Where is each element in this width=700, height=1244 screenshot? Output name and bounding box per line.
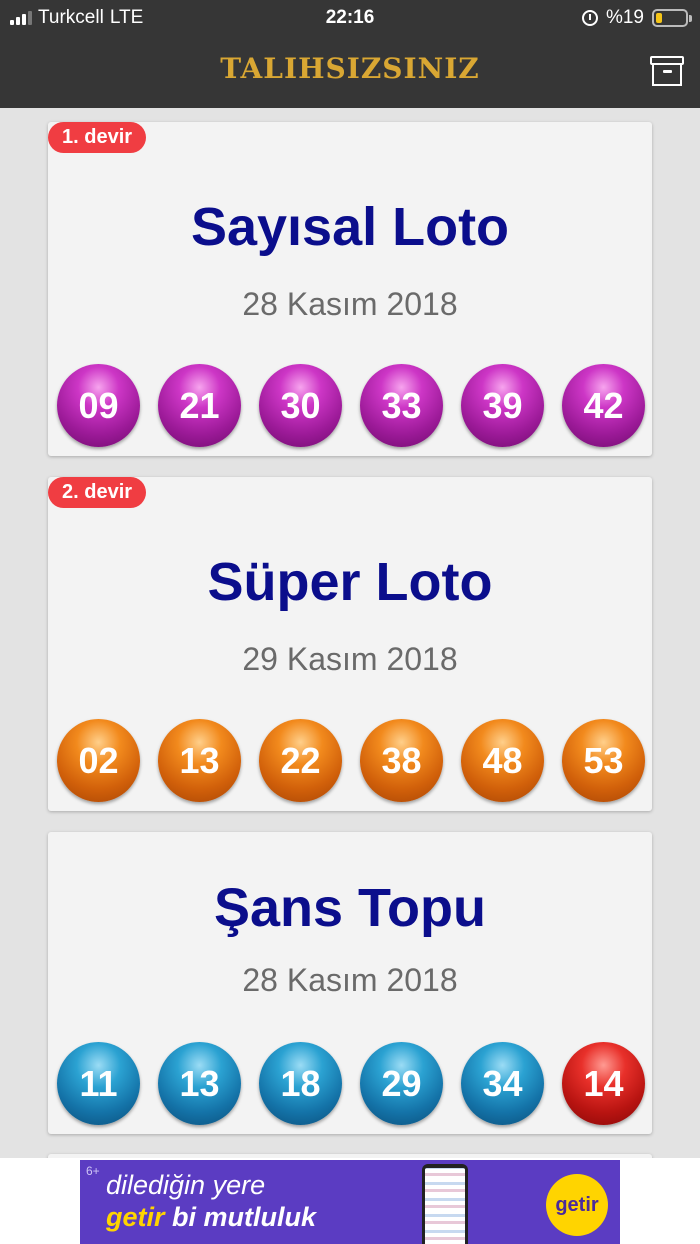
phone-image bbox=[422, 1164, 468, 1244]
number-ball: 34 bbox=[461, 1042, 544, 1125]
game-title: Sayısal Loto bbox=[190, 197, 510, 257]
winning-numbers: 09 21 30 33 39 42 bbox=[57, 364, 645, 447]
winning-numbers: 11 13 18 29 34 14 bbox=[57, 1042, 645, 1125]
ad-banner[interactable]: 6+ dilediğin yere getir bi mutluluk geti… bbox=[80, 1160, 620, 1244]
number-ball: 33 bbox=[360, 364, 443, 447]
app-title: TALIHSIZSINIZ bbox=[220, 52, 480, 85]
ad-headline: dilediğin yere bbox=[106, 1170, 266, 1200]
number-ball: 22 bbox=[259, 719, 342, 802]
winning-numbers: 02 13 22 38 48 53 bbox=[57, 719, 645, 802]
battery-icon bbox=[652, 9, 692, 27]
rollover-badge: 1. devir bbox=[48, 122, 147, 153]
bonus-ball: 14 bbox=[562, 1042, 645, 1125]
top-bar: Turkcell LTE 22:16 %19 TALIHSIZSINIZ bbox=[0, 0, 700, 108]
number-ball: 02 bbox=[57, 719, 140, 802]
number-ball: 13 bbox=[158, 719, 241, 802]
ad-banner-area: 6+ dilediğin yere getir bi mutluluk geti… bbox=[0, 1158, 700, 1244]
number-ball: 09 bbox=[57, 364, 140, 447]
number-ball: 13 bbox=[158, 1042, 241, 1125]
draw-date: 28 Kasım 2018 bbox=[242, 962, 458, 998]
number-ball: 42 bbox=[562, 364, 645, 447]
lottery-card-sayisal[interactable]: 1. devir Sayısal Loto 28 Kasım 2018 09 2… bbox=[48, 122, 652, 456]
number-ball: 39 bbox=[461, 364, 544, 447]
number-ball: 38 bbox=[360, 719, 443, 802]
battery-percent: %19 bbox=[605, 7, 644, 28]
number-ball: 18 bbox=[259, 1042, 342, 1125]
number-ball: 53 bbox=[562, 719, 645, 802]
draw-date: 29 Kasım 2018 bbox=[242, 641, 458, 677]
draw-date: 28 Kasım 2018 bbox=[242, 286, 458, 322]
number-ball: 48 bbox=[461, 719, 544, 802]
status-bar: Turkcell LTE 22:16 %19 bbox=[0, 0, 700, 36]
archive-box-icon[interactable] bbox=[650, 56, 684, 88]
alarm-icon bbox=[581, 10, 598, 26]
lottery-card-sans-topu[interactable]: Şans Topu 28 Kasım 2018 11 13 18 29 34 1… bbox=[48, 832, 652, 1134]
number-ball: 21 bbox=[158, 364, 241, 447]
number-ball: 30 bbox=[259, 364, 342, 447]
game-title: Süper Loto bbox=[207, 552, 493, 612]
brand-logo: getir bbox=[546, 1174, 608, 1236]
lottery-card-super[interactable]: 2. devir Süper Loto 29 Kasım 2018 02 13 … bbox=[48, 477, 652, 811]
age-rating: 6+ bbox=[86, 1164, 100, 1178]
game-title: Şans Topu bbox=[213, 878, 486, 938]
number-ball: 11 bbox=[57, 1042, 140, 1125]
number-ball: 29 bbox=[360, 1042, 443, 1125]
ad-tagline: getir bi mutluluk bbox=[106, 1202, 317, 1232]
rollover-badge: 2. devir bbox=[48, 477, 147, 508]
